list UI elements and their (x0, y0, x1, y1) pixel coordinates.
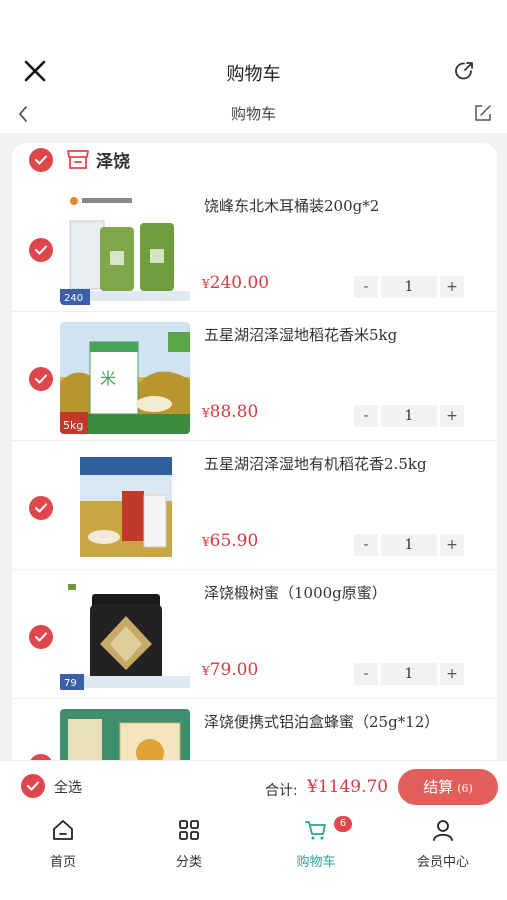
top-bar: 购物车 (0, 0, 507, 95)
cart-item[interactable]: 79 泽饶椴树蜜（1000g原蜜） ¥79.00 - 1 + (12, 570, 497, 699)
decrease-button[interactable]: - (354, 405, 378, 427)
cart-item[interactable]: 五星湖沼泽湿地有机稻花香2.5kg ¥65.90 - 1 + (12, 441, 497, 570)
price-value: 240.00 (209, 273, 270, 293)
tab-category[interactable]: 分类 (139, 818, 239, 878)
checkout-button-label: 结算 (423, 778, 454, 796)
checkout-button[interactable]: 结算 (6) (398, 769, 498, 805)
tab-member[interactable]: 会员中心 (393, 818, 493, 878)
edit-icon[interactable] (473, 103, 493, 123)
quantity-value[interactable]: 1 (381, 405, 437, 427)
select-all-checkbox[interactable] (21, 774, 45, 798)
price-value: 65.90 (209, 531, 259, 551)
item-checkbox[interactable] (29, 238, 53, 262)
store-checkbox[interactable] (29, 148, 53, 172)
tab-label: 分类 (175, 855, 202, 870)
select-all-label[interactable]: 全选 (54, 777, 82, 797)
cart-icon (305, 821, 326, 840)
grid-icon (179, 820, 199, 840)
product-name[interactable]: 饶峰东北木耳桶装200g*2 (204, 195, 379, 216)
shop-icon (67, 150, 89, 169)
increase-button[interactable]: + (440, 663, 464, 685)
decrease-button[interactable]: - (354, 663, 378, 685)
quantity-value[interactable]: 1 (381, 276, 437, 298)
product-image[interactable]: 79 (60, 580, 190, 692)
tab-label: 首页 (49, 855, 76, 870)
quantity-stepper[interactable]: - 1 + (354, 663, 464, 685)
price-value: 88.80 (209, 402, 259, 422)
increase-button[interactable]: + (440, 405, 464, 427)
checkout-count: (6) (457, 782, 473, 795)
increase-button[interactable]: + (440, 534, 464, 556)
total-amount: ¥1149.70 (307, 777, 389, 797)
store-name: 泽饶 (96, 152, 130, 172)
quantity-value[interactable]: 1 (381, 534, 437, 556)
store-header: 泽饶 (12, 143, 497, 183)
tab-bar: 首页 分类 6 购物车 会员中心 (0, 812, 507, 900)
product-price: ¥88.80 (202, 402, 258, 422)
increase-button[interactable]: + (440, 276, 464, 298)
cart-badge: 6 (334, 816, 352, 832)
price-value: 79.00 (209, 660, 259, 680)
tab-cart[interactable]: 6 购物车 (266, 816, 366, 878)
store-card: 泽饶 240 饶峰东北木耳桶装200g*2 ¥240.00 - 1 + 米 5k… (12, 143, 497, 760)
user-icon (433, 820, 453, 841)
page-title: 购物车 (226, 64, 281, 85)
item-checkbox[interactable] (29, 625, 53, 649)
cart-content[interactable]: 泽饶 240 饶峰东北木耳桶装200g*2 ¥240.00 - 1 + 米 5k… (0, 133, 507, 760)
product-name[interactable]: 泽饶椴树蜜（1000g原蜜） (204, 582, 387, 603)
item-checkbox[interactable] (29, 496, 53, 520)
product-image[interactable]: 米 5kg (60, 322, 190, 434)
currency-symbol: ¥ (202, 406, 210, 420)
product-price: ¥65.90 (202, 531, 258, 551)
tab-label: 会员中心 (416, 855, 469, 870)
image-price-label: 240 (64, 293, 83, 304)
quantity-stepper[interactable]: - 1 + (354, 534, 464, 556)
quantity-stepper[interactable]: - 1 + (354, 405, 464, 427)
cart-item[interactable]: 泽饶便携式铝泊盒蜂蜜（25g*12） (12, 699, 497, 760)
currency-symbol: ¥ (202, 277, 210, 291)
home-icon (53, 820, 73, 840)
image-price-label: 79 (64, 678, 77, 689)
sub-title: 购物车 (230, 105, 276, 123)
product-image[interactable] (60, 451, 190, 563)
image-weight-label: 5kg (63, 419, 83, 432)
product-name[interactable]: 泽饶便携式铝泊盒蜂蜜（25g*12） (204, 711, 439, 732)
cart-item[interactable]: 米 5kg 五星湖沼泽湿地稻花香米5kg ¥88.80 - 1 + (12, 312, 497, 441)
tab-home[interactable]: 首页 (13, 818, 113, 878)
decrease-button[interactable]: - (354, 534, 378, 556)
svg-text:米: 米 (100, 369, 116, 388)
quantity-value[interactable]: 1 (381, 663, 437, 685)
quantity-stepper[interactable]: - 1 + (354, 276, 464, 298)
sub-header: 购物车 (0, 95, 507, 133)
product-price: ¥79.00 (202, 660, 258, 680)
currency-symbol: ¥ (202, 535, 210, 549)
product-price: ¥240.00 (202, 273, 269, 293)
share-icon[interactable] (453, 60, 475, 82)
currency-symbol: ¥ (202, 664, 210, 678)
product-image[interactable]: 240 (60, 193, 190, 305)
tab-label: 购物车 (296, 855, 336, 870)
product-name[interactable]: 五星湖沼泽湿地有机稻花香2.5kg (204, 453, 427, 474)
item-checkbox[interactable] (29, 367, 53, 391)
total-label: 合计: (265, 783, 298, 799)
checkout-bar: 全选 合计: ¥1149.70 结算 (6) (0, 760, 507, 812)
cart-item[interactable]: 240 饶峰东北木耳桶装200g*2 ¥240.00 - 1 + (12, 183, 497, 312)
product-image[interactable] (60, 709, 190, 760)
decrease-button[interactable]: - (354, 276, 378, 298)
product-name[interactable]: 五星湖沼泽湿地稻花香米5kg (204, 324, 397, 345)
